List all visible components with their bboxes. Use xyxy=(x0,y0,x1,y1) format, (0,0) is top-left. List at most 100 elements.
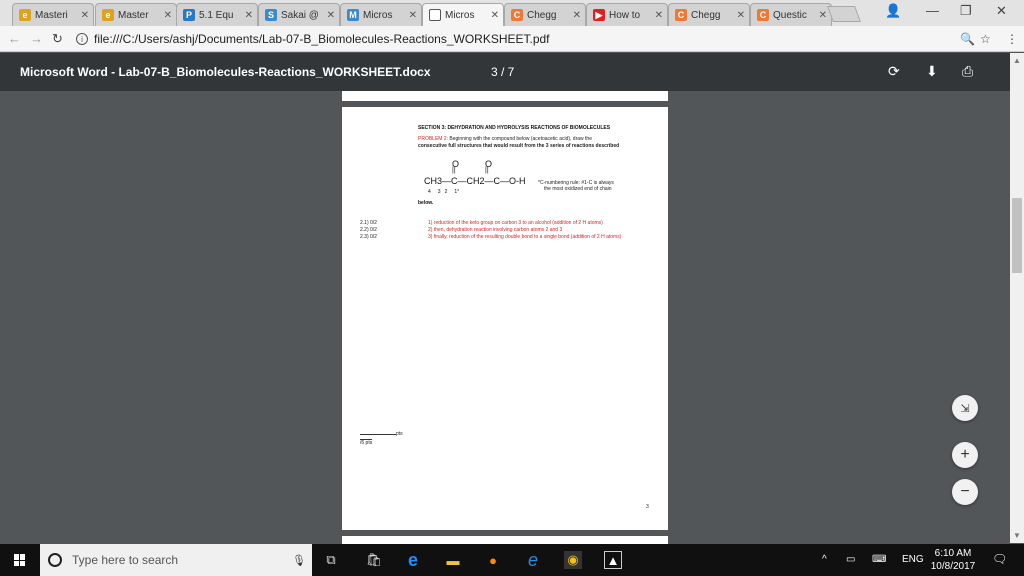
info-icon[interactable]: i xyxy=(76,33,88,45)
tab-close-icon[interactable]: ✕ xyxy=(245,10,253,21)
show-hidden-icons[interactable]: ^ xyxy=(822,554,827,565)
firefox-icon[interactable]: ● xyxy=(484,551,502,569)
score-item: 2.2) 0/2 xyxy=(360,227,377,233)
forward-icon[interactable]: → xyxy=(30,31,43,46)
score-item: 2.3) 0/2 xyxy=(360,234,377,240)
scroll-up-icon[interactable]: ▲ xyxy=(1013,56,1021,65)
page-indicator[interactable]: 3 / 7 xyxy=(491,65,514,79)
tab-label: Sakai @ xyxy=(281,9,319,21)
minimize-icon[interactable]: — xyxy=(926,3,939,18)
close-window-icon[interactable]: ✕ xyxy=(996,3,1007,19)
tab-favicon-icon: e xyxy=(19,9,31,21)
search-placeholder: Type here to search xyxy=(72,553,179,567)
tab-favicon-icon: C xyxy=(757,9,769,21)
tab-favicon-icon xyxy=(429,9,441,21)
store-icon[interactable]: 🛍 xyxy=(365,551,383,569)
c-numbering-note: *C-numbering rule: #1-C is always the mo… xyxy=(538,180,614,192)
print-icon[interactable]: ⎙ xyxy=(962,63,973,80)
pdf-toolbar: Microsoft Word - Lab-07-B_Biomolecules-R… xyxy=(0,53,1010,91)
browser-tab[interactable]: M Micros ✕ xyxy=(340,3,422,26)
tab-close-icon[interactable]: ✕ xyxy=(655,10,663,21)
scroll-thumb[interactable] xyxy=(1012,198,1022,273)
section-heading: SECTION 3: DEHYDRATION AND HYDROLYSIS RE… xyxy=(418,125,611,131)
browser-tab[interactable]: e Master ✕ xyxy=(95,3,177,26)
reload-icon[interactable]: ↻ xyxy=(52,31,63,47)
cortana-icon xyxy=(48,553,62,567)
new-tab-button[interactable] xyxy=(827,6,861,22)
browser-tab[interactable]: C Questic ✕ xyxy=(750,3,832,26)
step-item: 3) finally, reduction of the resulting d… xyxy=(428,234,658,241)
zoom-icon[interactable]: 🔍 xyxy=(960,32,975,46)
page-number: 3 xyxy=(646,504,649,510)
system-clock[interactable]: 6:10 AM 10/8/2017 xyxy=(926,547,980,573)
internet-explorer-icon[interactable]: e xyxy=(524,550,542,570)
zoom-in-button[interactable]: + xyxy=(952,442,978,468)
step-text: 3) finally, reduction of the resulting d… xyxy=(428,234,622,240)
step-item: 1) reduction of the keto group on carbon… xyxy=(428,220,658,227)
next-page xyxy=(342,536,668,544)
microphone-icon[interactable]: 🎙 xyxy=(292,554,306,567)
step-item: 2) then, dehydration reaction involving … xyxy=(428,227,658,234)
previous-page xyxy=(342,91,668,101)
photos-icon[interactable]: ▲ xyxy=(604,551,622,569)
below-text: below. xyxy=(418,200,434,206)
problem-label: PROBLEM 2: xyxy=(418,136,449,142)
taskbar-search[interactable]: Type here to search xyxy=(40,544,312,576)
profile-icon[interactable]: 👤 xyxy=(885,3,901,19)
tab-label: 5.1 Equ xyxy=(199,9,234,21)
menu-dots-icon[interactable]: ⋮ xyxy=(1006,32,1018,46)
tab-close-icon[interactable]: ✕ xyxy=(737,10,745,21)
plus-icon: + xyxy=(960,446,970,463)
tab-close-icon[interactable]: ✕ xyxy=(409,10,417,21)
chrome-icon[interactable]: ◉ xyxy=(564,551,582,569)
keyboard-icon[interactable]: ⌨ xyxy=(872,554,886,565)
tab-favicon-icon: M xyxy=(347,9,359,21)
tab-label: Master xyxy=(118,9,149,21)
tab-label: Micros xyxy=(445,9,475,21)
tab-close-icon[interactable]: ✕ xyxy=(491,10,499,21)
reaction-steps: 1) reduction of the keto group on carbon… xyxy=(428,220,658,241)
zoom-out-button[interactable]: − xyxy=(952,479,978,505)
edge-icon[interactable]: e xyxy=(404,550,422,570)
address-bar: ← → ↻ i file:///C:/Users/ashj/Documents/… xyxy=(0,26,1024,52)
task-view-icon[interactable]: ⧉ xyxy=(322,551,340,569)
scroll-down-icon[interactable]: ▼ xyxy=(1013,531,1021,540)
browser-tab[interactable]: e Masteri ✕ xyxy=(12,3,94,26)
notifications-icon[interactable]: 🗨 xyxy=(992,552,1007,566)
tab-close-icon[interactable]: ✕ xyxy=(81,10,89,21)
browser-tab[interactable]: S Sakai @ ✕ xyxy=(258,3,340,26)
battery-icon[interactable]: ▭ xyxy=(846,554,855,565)
windows-start-icon[interactable] xyxy=(14,554,26,566)
download-icon[interactable]: ⬇ xyxy=(926,63,938,80)
tab-strip: e Masteri ✕ e Master ✕ P 5.1 Equ ✕ S Sakai @ ✕ M Micr… xyxy=(0,0,1024,26)
browser-tab[interactable]: Micros ✕ xyxy=(422,3,504,26)
pts-text: pts xyxy=(396,431,403,437)
tab-close-icon[interactable]: ✕ xyxy=(573,10,581,21)
browser-tab[interactable]: C Chegg ✕ xyxy=(504,3,586,26)
file-explorer-icon[interactable]: ▬ xyxy=(444,551,462,569)
double-bond-2: || xyxy=(485,167,489,174)
rotate-icon[interactable]: ⟳ xyxy=(888,63,900,80)
fit-page-button[interactable]: ⇲ xyxy=(952,395,978,421)
tab-favicon-icon: C xyxy=(511,9,523,21)
clock-date: 10/8/2017 xyxy=(930,561,976,572)
browser-tab[interactable]: ▶ How to ✕ xyxy=(586,3,668,26)
language-indicator[interactable]: ENG xyxy=(902,554,924,565)
scrollbar[interactable]: ▲ ▼ xyxy=(1010,53,1024,543)
tab-close-icon[interactable]: ✕ xyxy=(819,10,827,21)
points-label: pts xyxy=(360,431,403,437)
tab-label: How to xyxy=(609,9,641,21)
clock-time: 6:10 AM xyxy=(934,548,972,559)
browser-tab[interactable]: P 5.1 Equ ✕ xyxy=(176,3,258,26)
url-field[interactable]: i file:///C:/Users/ashj/Documents/Lab-07… xyxy=(76,29,976,49)
restore-icon[interactable]: ❐ xyxy=(960,3,972,19)
tab-label: Masteri xyxy=(35,9,68,21)
bookmark-star-icon[interactable]: ☆ xyxy=(980,32,991,46)
back-icon[interactable]: ← xyxy=(8,31,21,46)
browser-tab[interactable]: C Chegg ✕ xyxy=(668,3,750,26)
tab-label: Questic xyxy=(773,9,807,21)
tab-close-icon[interactable]: ✕ xyxy=(164,10,172,21)
total-points: /6 pts xyxy=(360,439,373,446)
tab-close-icon[interactable]: ✕ xyxy=(327,10,335,21)
c-note-line2: the most oxidized end of chain xyxy=(544,186,612,192)
